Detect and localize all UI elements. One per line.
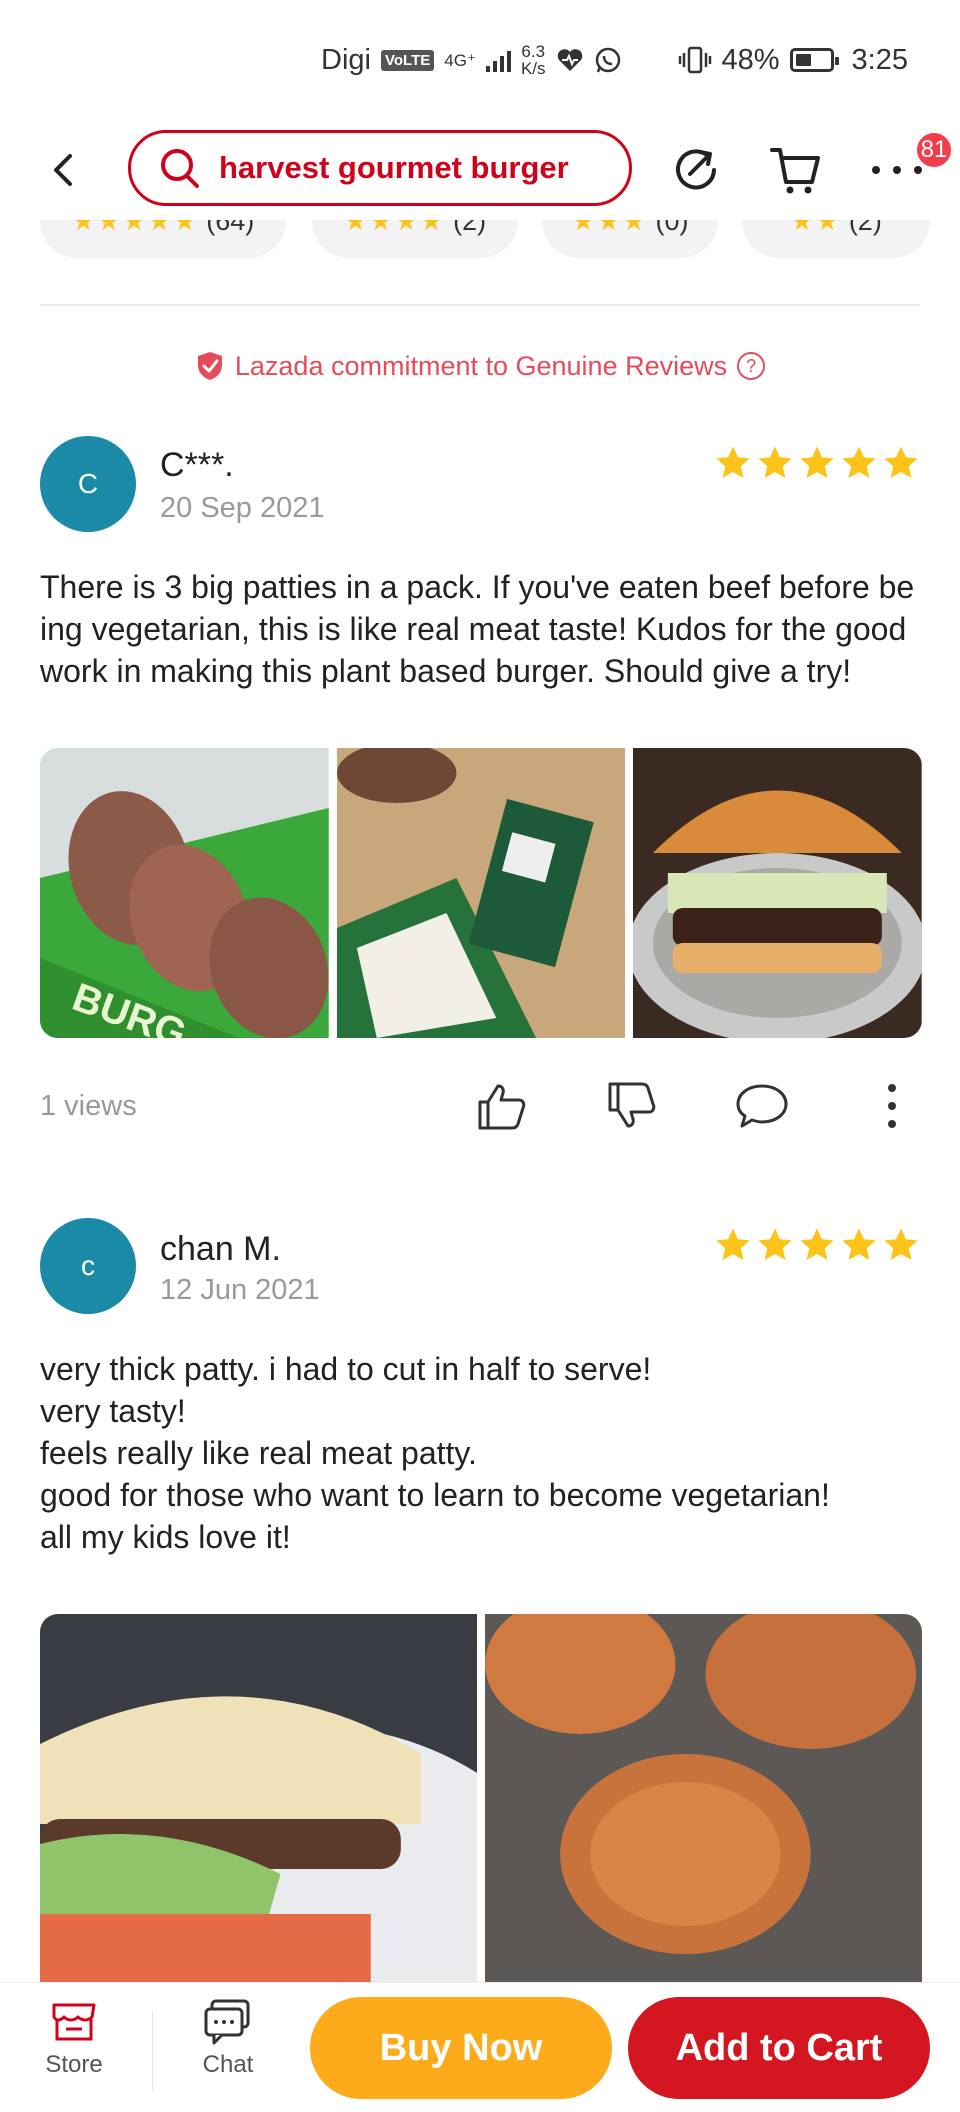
filter-chip-5-star[interactable]: ★★★★★ (64) (40, 220, 286, 258)
star-icon (884, 446, 918, 479)
reviewer-name: chan M. (160, 1230, 281, 1268)
bottom-action-bar: Store Chat Buy Now Add to Cart (0, 1982, 960, 2112)
store-icon (52, 2003, 96, 2041)
reviewer-name: C***. (160, 446, 234, 484)
star-icon (800, 446, 834, 479)
net-speed-value: 6.3 (521, 42, 546, 61)
buy-now-button[interactable]: Buy Now (310, 1997, 612, 2099)
status-bar: Digi VoLTE 4G⁺ 6.3 K/s 48% 3:25 (0, 0, 960, 120)
battery-icon (789, 48, 839, 72)
star-icon (842, 446, 876, 479)
filter-count: (2) (453, 220, 487, 236)
commitment-text: Lazada commitment to Genuine Reviews (234, 350, 728, 381)
share-icon[interactable] (670, 144, 722, 196)
review-date: 12 Jun 2021 (160, 1274, 320, 1306)
rating-filter-strip: ★★★★★ (64) ★★★★ (2) ★★★ (0) ★★ (2) (0, 220, 960, 260)
filter-chip-2-star[interactable]: ★★ (2) (742, 220, 930, 258)
review-photos (40, 1614, 922, 1982)
review-photo[interactable] (633, 748, 923, 1038)
review-photo[interactable]: BURG (40, 748, 329, 1038)
store-tab[interactable]: Store (14, 1995, 134, 2105)
rating-stars (714, 444, 920, 482)
thumbs-down-icon[interactable] (604, 1078, 660, 1134)
review-text: very thick patty. i had to cut in half t… (40, 1351, 830, 1555)
review-card: c chan M. 12 Jun 2021 very thick patty. … (0, 1218, 960, 1982)
section-divider (40, 304, 920, 306)
carrier-label: Digi (321, 43, 371, 76)
search-icon (161, 149, 199, 188)
top-nav: harvest gourmet burger 81 (0, 120, 960, 220)
back-arrow-icon[interactable] (42, 148, 86, 192)
star-icon (800, 1228, 834, 1261)
help-icon[interactable]: ? (737, 352, 766, 380)
battery-percent: 48% (721, 43, 780, 76)
star-icon (884, 1228, 918, 1261)
search-input[interactable]: harvest gourmet burger (128, 130, 632, 206)
thumbs-up-icon[interactable] (474, 1078, 530, 1134)
filter-count: (0) (655, 220, 689, 236)
review-text: There is 3 big patties in a pack. If you… (40, 569, 916, 689)
tab-divider (152, 2011, 153, 2091)
net-speed-unit: K/s (520, 59, 546, 78)
genuine-reviews-banner[interactable]: Lazada commitment to Genuine Reviews ? (0, 344, 960, 388)
avatar: C (40, 436, 136, 532)
review-photo[interactable] (40, 1614, 477, 1982)
star-icon (758, 1228, 792, 1261)
filter-stars: ★★★ (571, 220, 648, 236)
store-label: Store (45, 2051, 103, 2078)
kebab-menu-icon[interactable] (864, 1078, 920, 1134)
filter-count: (2) (848, 220, 882, 236)
filter-stars: ★★ (790, 220, 841, 236)
volte-badge: VoLTE (381, 49, 435, 71)
review-date: 20 Sep 2021 (160, 492, 325, 524)
chat-label: Chat (202, 2051, 254, 2078)
chat-tab[interactable]: Chat (168, 1995, 288, 2105)
filter-stars: ★★★★★ (71, 220, 199, 236)
avatar: c (40, 1218, 136, 1314)
star-icon (716, 446, 750, 479)
cart-icon[interactable] (768, 144, 822, 196)
shield-check-icon (197, 352, 222, 380)
network-type: 4G⁺ (444, 50, 476, 70)
comment-icon[interactable] (734, 1078, 790, 1134)
add-to-cart-button[interactable]: Add to Cart (628, 1997, 930, 2099)
chat-icon (204, 1999, 250, 2045)
heart-rate-icon (557, 49, 582, 71)
review-photo[interactable] (485, 1614, 922, 1982)
search-query: harvest gourmet burger (219, 150, 569, 185)
whatsapp-icon (595, 47, 620, 73)
filter-count: (64) (206, 220, 255, 236)
clock: 3:25 (851, 43, 908, 76)
review-photos: BURG (40, 748, 923, 1038)
signal-icon (485, 48, 511, 72)
view-count: 1 views (40, 1090, 137, 1122)
notification-badge: 81 (914, 130, 954, 170)
star-icon (842, 1228, 876, 1261)
star-icon (758, 446, 792, 479)
net-speed: 6.3 K/s (521, 43, 546, 77)
filter-chip-4-star[interactable]: ★★★★ (2) (312, 220, 518, 258)
filter-stars: ★★★★ (343, 220, 446, 236)
review-card: C C***. 20 Sep 2021 There is 3 big patti… (0, 436, 960, 1156)
star-icon (716, 1228, 750, 1261)
review-photo[interactable] (336, 748, 626, 1038)
rating-stars (714, 1226, 920, 1264)
vibrate-icon (678, 46, 711, 74)
filter-chip-3-star[interactable]: ★★★ (0) (542, 220, 718, 258)
